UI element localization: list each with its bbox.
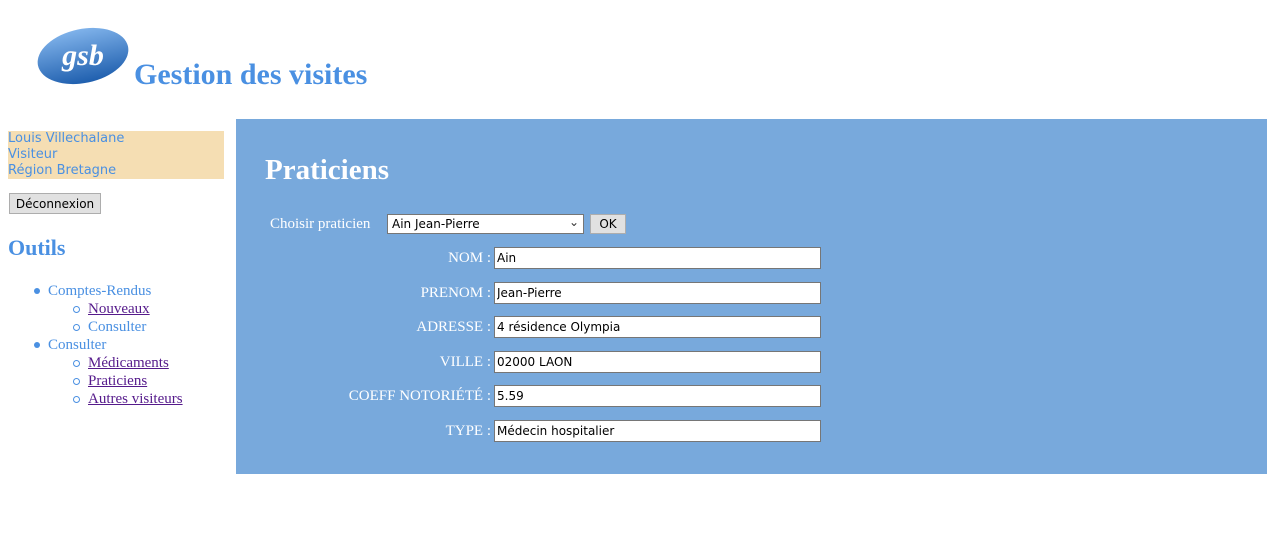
nav-group-consulter: Consulter [48, 337, 107, 353]
coeff-notoriete-field[interactable] [494, 385, 821, 407]
praticien-select-value: Ain Jean-Pierre [392, 217, 480, 231]
user-name: Louis Villechalane [8, 131, 125, 146]
coeff-notoriete-label: COEFF NOTORIÉTÉ : [348, 388, 491, 404]
bullet-icon [73, 396, 80, 403]
nom-field[interactable] [494, 247, 821, 269]
prenom-label: PRENOM : [420, 285, 491, 301]
ville-label: VILLE : [439, 354, 491, 370]
prenom-field[interactable] [494, 282, 821, 304]
page-title: Praticiens [265, 154, 390, 186]
user-info: Louis Villechalane Visiteur Région Breta… [8, 131, 224, 179]
ville-field[interactable] [494, 351, 821, 373]
gsb-logo: gsb [37, 27, 129, 85]
nav-item-medicaments[interactable]: Médicaments [88, 354, 169, 372]
adresse-label: ADRESSE : [416, 319, 491, 335]
nom-label: NOM : [448, 250, 491, 266]
nav-item-autres-visiteurs[interactable]: Autres visiteurs [88, 390, 183, 408]
user-role: Visiteur [8, 147, 58, 162]
bullet-icon [73, 306, 80, 313]
ok-button[interactable]: OK [590, 214, 626, 234]
choose-praticien-label: Choisir praticien [270, 216, 371, 232]
main-panel: Praticiens Choisir praticien Ain Jean-Pi… [236, 119, 1267, 474]
praticien-select[interactable]: Ain Jean-Pierre ⌄ [387, 214, 584, 234]
user-region: Région Bretagne [8, 163, 117, 178]
bullet-icon [34, 342, 40, 348]
type-label: TYPE : [445, 423, 491, 439]
nav-item-praticiens[interactable]: Praticiens [88, 372, 147, 390]
bullet-icon [73, 378, 80, 385]
nav-group-comptes-rendus: Comptes-Rendus [48, 283, 152, 299]
chevron-down-icon: ⌄ [568, 215, 579, 229]
app-title: Gestion des visites [134, 58, 368, 91]
bullet-icon [34, 288, 40, 294]
nav-item-nouveaux[interactable]: Nouveaux [88, 300, 150, 318]
svg-text:gsb: gsb [61, 39, 104, 72]
logout-button[interactable]: Déconnexion [9, 193, 101, 214]
bullet-icon [73, 324, 80, 331]
nav-item-consulter-cr[interactable]: Consulter [88, 318, 146, 336]
type-field[interactable] [494, 420, 821, 442]
adresse-field[interactable] [494, 316, 821, 338]
sidebar-title: Outils [8, 235, 66, 260]
bullet-icon [73, 360, 80, 367]
